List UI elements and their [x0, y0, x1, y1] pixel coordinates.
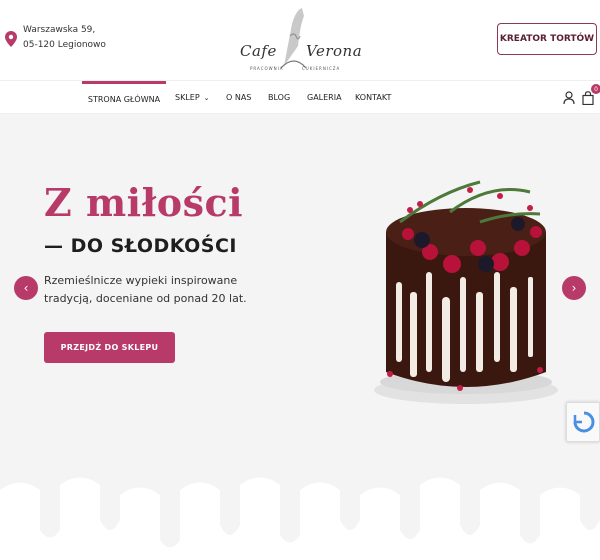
slider-prev-button[interactable]: ‹	[14, 276, 38, 300]
address-line-2: 05-120 Legionowo	[23, 40, 106, 50]
nav-label: KONTAKT	[355, 93, 392, 102]
kreator-tortow-button[interactable]: KREATOR TORTÓW	[497, 23, 597, 55]
shop-cta-button[interactable]: PRZEJDŹ DO SKLEPU	[44, 332, 175, 363]
hero-headline: Z miłości	[44, 180, 244, 225]
drip-decoration	[0, 477, 600, 560]
site-header: Warszawska 59, 05-120 Legionowo Cafe Ver…	[0, 0, 600, 80]
user-icon[interactable]	[563, 91, 575, 105]
nav-item-strona-glowna[interactable]: STRONA GŁÓWNA	[82, 81, 166, 114]
map-pin-icon	[5, 31, 17, 47]
logo-subtitle-left: PRACOWNIA	[250, 66, 284, 71]
logo-text-cafe: Cafe	[240, 42, 277, 60]
nav-label: STRONA GŁÓWNA	[87, 94, 161, 104]
hero-subheadline: — DO SŁODKOŚCI	[44, 235, 238, 257]
cart-count-badge: 0	[591, 84, 600, 94]
nav-item-galeria[interactable]: GALERIA	[307, 81, 342, 114]
logo-subtitle-right: CUKIERNICZA	[302, 66, 341, 71]
nav-item-o-nas[interactable]: O NAS	[226, 81, 251, 114]
nav-item-sklep[interactable]: SKLEP ⌄	[175, 81, 210, 114]
nav-item-blog[interactable]: BLOG	[268, 81, 290, 114]
hero-slider: Z miłości — DO SŁODKOŚCI Rzemieślnicze w…	[0, 114, 600, 560]
nav-label: BLOG	[268, 93, 291, 102]
logo-text-verona: Verona	[306, 42, 363, 60]
nav-label: O NAS	[226, 93, 252, 102]
site-logo[interactable]: Cafe Verona PRACOWNIA CUKIERNICZA	[234, 6, 366, 76]
nav-label: GALERIA	[307, 93, 342, 102]
hero-description: Rzemieślnicze wypieki inspirowane tradyc…	[44, 274, 247, 305]
cake-image	[374, 180, 558, 404]
chevron-left-icon: ‹	[23, 281, 29, 295]
recaptcha-badge[interactable]	[566, 402, 600, 442]
main-nav: STRONA GŁÓWNA SKLEP ⌄ O NAS BLOG GALERIA…	[0, 80, 600, 114]
chevron-down-icon: ⌄	[203, 93, 210, 102]
address-block: Warszawska 59, 05-120 Legionowo	[5, 23, 106, 53]
nav-item-kontakt[interactable]: KONTAKT	[355, 81, 391, 114]
address-line-1: Warszawska 59,	[23, 25, 96, 35]
nav-label: SKLEP	[175, 93, 200, 102]
